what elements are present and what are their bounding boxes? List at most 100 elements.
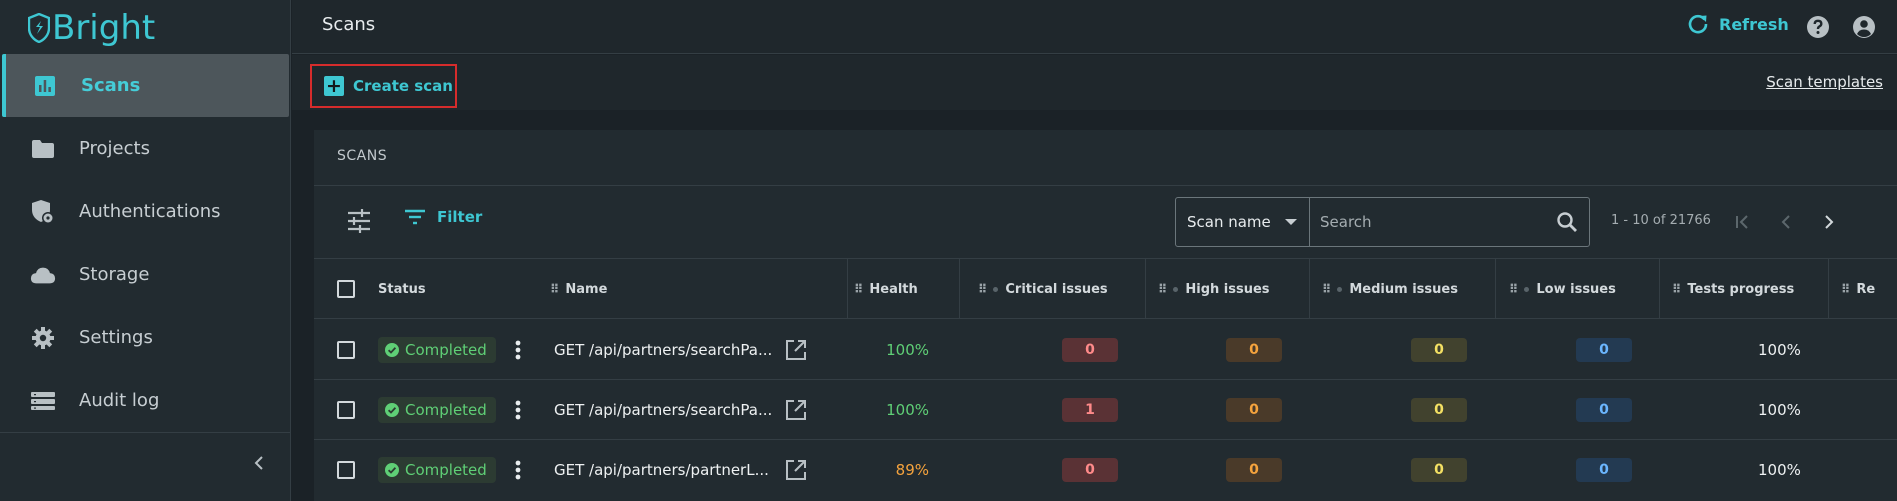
next-page-button[interactable]	[1817, 210, 1841, 234]
drag-handle-icon[interactable]: ⠿	[978, 282, 987, 296]
drag-handle-icon[interactable]: ⠿	[1509, 282, 1518, 296]
column-separator[interactable]	[1309, 259, 1310, 319]
status-badge: Completed	[378, 397, 496, 423]
search-button[interactable]	[1545, 198, 1589, 246]
refresh-button[interactable]: Refresh	[1687, 13, 1789, 35]
chevron-left-icon	[1781, 215, 1790, 229]
column-requests[interactable]: ⠿ Re	[1841, 259, 1875, 319]
create-scan-button[interactable]: + Create scan	[310, 64, 457, 108]
sidebar-divider	[0, 432, 291, 433]
column-separator[interactable]	[1828, 259, 1829, 319]
card-title: SCANS	[337, 148, 388, 164]
column-status[interactable]: Status	[378, 259, 426, 319]
filter-label: Filter	[437, 208, 483, 226]
filter-button[interactable]: Filter	[404, 208, 482, 226]
drag-handle-icon[interactable]: ⠿	[1841, 282, 1850, 296]
account-icon[interactable]	[1852, 15, 1876, 39]
drag-handle-icon[interactable]: ⠿	[1322, 282, 1331, 296]
sidebar-item-storage[interactable]: Storage	[0, 243, 291, 306]
scan-name[interactable]: GET /api/partners/partnerL...	[554, 461, 775, 479]
tests-progress-value: 100%	[1758, 461, 1801, 479]
column-label: Health	[869, 281, 918, 297]
page-title: Scans	[322, 14, 376, 35]
high-count-chip: 0	[1226, 398, 1282, 422]
column-label: High issues	[1185, 281, 1270, 297]
table-row[interactable]: Completed GET /api/partners/partnerL... …	[314, 440, 1897, 500]
sidebar-item-scans[interactable]: Scans	[2, 54, 289, 117]
help-icon[interactable]	[1806, 15, 1830, 39]
column-label: Tests progress	[1687, 281, 1795, 297]
sidebar-item-audit-log[interactable]: Audit log	[0, 369, 291, 432]
table-row[interactable]: Completed GET /api/partners/searchPa... …	[314, 320, 1897, 380]
create-scan-label: Create scan	[353, 77, 453, 95]
health-value: 100%	[886, 401, 929, 419]
column-tests-progress[interactable]: ⠿ Tests progress	[1672, 259, 1794, 319]
more-vertical-icon	[515, 340, 521, 360]
chevron-right-icon	[1825, 215, 1834, 229]
sidebar-item-label: Storage	[79, 264, 150, 285]
refresh-label: Refresh	[1719, 14, 1789, 34]
column-critical-issues[interactable]: ⠿ Critical issues	[978, 259, 1108, 319]
row-checkbox[interactable]	[337, 380, 355, 440]
column-name[interactable]: ⠿ Name	[550, 259, 607, 319]
column-separator[interactable]	[1495, 259, 1496, 319]
row-menu-button[interactable]	[508, 458, 528, 482]
drag-handle-icon[interactable]: ⠿	[854, 282, 863, 296]
medium-count-chip: 0	[1411, 458, 1467, 482]
row-menu-button[interactable]	[508, 398, 528, 422]
column-health[interactable]: ⠿ Health	[854, 259, 918, 319]
open-in-new-icon[interactable]	[784, 458, 808, 482]
tests-progress-value: 100%	[1758, 341, 1801, 359]
check-circle-icon	[385, 403, 399, 417]
status-badge: Completed	[378, 337, 496, 363]
drag-handle-icon[interactable]: ⠿	[1672, 282, 1681, 296]
logo[interactable]: Bright	[28, 8, 155, 48]
status-text: Completed	[405, 461, 487, 479]
column-separator[interactable]	[959, 259, 960, 319]
column-label: Critical issues	[1005, 281, 1108, 297]
row-menu-button[interactable]	[508, 338, 528, 362]
column-separator[interactable]	[1145, 259, 1146, 319]
collapse-sidebar-button[interactable]	[248, 452, 270, 474]
previous-page-button[interactable]	[1774, 210, 1798, 234]
column-medium-issues[interactable]: ⠿ Medium issues	[1322, 259, 1458, 319]
row-checkbox[interactable]	[337, 320, 355, 380]
scan-templates-link[interactable]: Scan templates	[1766, 73, 1883, 91]
status-text: Completed	[405, 341, 487, 359]
health-value: 89%	[895, 461, 929, 479]
search-field-value: Scan name	[1187, 213, 1271, 231]
severity-dot-icon	[1337, 286, 1343, 292]
severity-dot-icon	[993, 286, 999, 292]
column-label: Re	[1856, 281, 1876, 297]
column-high-issues[interactable]: ⠿ High issues	[1158, 259, 1270, 319]
drag-handle-icon[interactable]: ⠿	[1158, 282, 1167, 296]
first-page-button[interactable]	[1731, 210, 1755, 234]
more-vertical-icon	[515, 460, 521, 480]
row-checkbox[interactable]	[337, 440, 355, 500]
drag-handle-icon[interactable]: ⠿	[550, 282, 559, 296]
high-count-chip: 0	[1226, 338, 1282, 362]
more-vertical-icon	[515, 400, 521, 420]
cloud-icon	[30, 262, 56, 288]
search-input[interactable]	[1310, 198, 1545, 246]
sidebar-nav: Scans Projects Authentications Storage S…	[0, 54, 291, 432]
scan-name[interactable]: GET /api/partners/searchPa...	[554, 341, 775, 359]
scan-name[interactable]: GET /api/partners/searchPa...	[554, 401, 775, 419]
chevron-left-icon	[254, 456, 263, 470]
select-all-checkbox[interactable]	[337, 259, 355, 319]
high-count-chip: 0	[1226, 458, 1282, 482]
column-separator[interactable]	[1659, 259, 1660, 319]
sidebar-item-authentications[interactable]: Authentications	[0, 180, 291, 243]
open-in-new-icon[interactable]	[784, 398, 808, 422]
column-low-issues[interactable]: ⠿ Low issues	[1509, 259, 1616, 319]
logo-text: Bright	[52, 8, 156, 48]
sidebar-item-projects[interactable]: Projects	[0, 117, 291, 180]
tune-icon[interactable]	[346, 208, 372, 234]
column-separator[interactable]	[847, 259, 848, 319]
sidebar-item-settings[interactable]: Settings	[0, 306, 291, 369]
column-label: Name	[565, 281, 608, 297]
column-label: Medium issues	[1349, 281, 1458, 297]
table-row[interactable]: Completed GET /api/partners/searchPa... …	[314, 380, 1897, 440]
open-in-new-icon[interactable]	[784, 338, 808, 362]
search-field-select[interactable]: Scan name	[1176, 198, 1310, 246]
